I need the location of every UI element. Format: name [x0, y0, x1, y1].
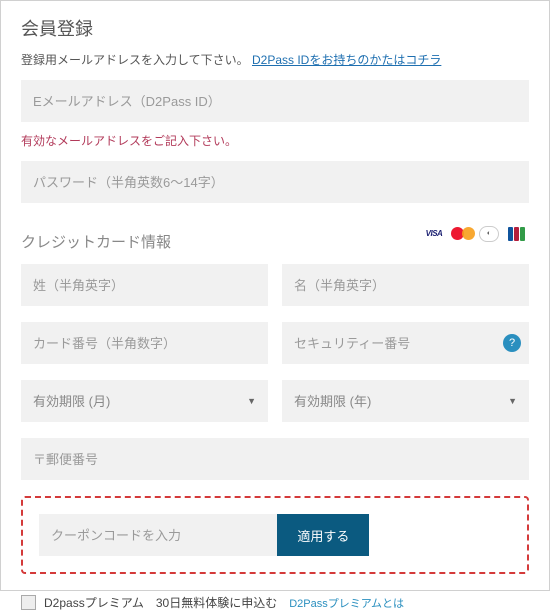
premium-info-link[interactable]: D2Passプレミアムとは — [289, 595, 404, 611]
email-input[interactable] — [21, 80, 529, 122]
d2pass-login-link[interactable]: D2Pass IDをお持ちのかたはコチラ — [252, 53, 441, 67]
cc-section-heading: クレジットカード情報 — [21, 231, 171, 252]
help-text: 登録用メールアドレスを入力して下さい。 D2Pass IDをお持ちのかたはコチラ — [21, 51, 529, 68]
diners-icon: ◐ — [479, 226, 499, 242]
visa-icon: VISA — [421, 226, 447, 242]
coupon-input[interactable] — [39, 514, 277, 556]
apply-coupon-button[interactable]: 適用する — [277, 514, 369, 556]
help-prefix: 登録用メールアドレスを入力して下さい。 — [21, 53, 249, 67]
premium-label: D2passプレミアム 30日無料体験に申込む — [44, 594, 277, 611]
coupon-section: 適用する — [21, 496, 529, 574]
premium-row: D2passプレミアム 30日無料体験に申込む D2Passプレミアムとは — [21, 594, 529, 611]
lastname-input[interactable] — [21, 264, 268, 306]
firstname-input[interactable] — [282, 264, 529, 306]
password-input[interactable] — [21, 161, 529, 203]
cardnumber-input[interactable] — [21, 322, 268, 364]
postal-input[interactable] — [21, 438, 529, 480]
page-title: 会員登録 — [21, 15, 529, 41]
mastercard-icon — [451, 226, 475, 242]
premium-checkbox[interactable] — [21, 595, 36, 610]
jcb-icon — [503, 226, 529, 242]
cvv-help-icon[interactable]: ? — [503, 334, 521, 352]
email-error: 有効なメールアドレスをご記入下さい。 — [21, 132, 529, 149]
card-icons: VISA ◐ — [421, 226, 529, 242]
exp-month-select[interactable]: 有効期限 (月) — [21, 380, 268, 422]
cvv-input[interactable] — [282, 322, 529, 364]
exp-year-select[interactable]: 有効期限 (年) — [282, 380, 529, 422]
